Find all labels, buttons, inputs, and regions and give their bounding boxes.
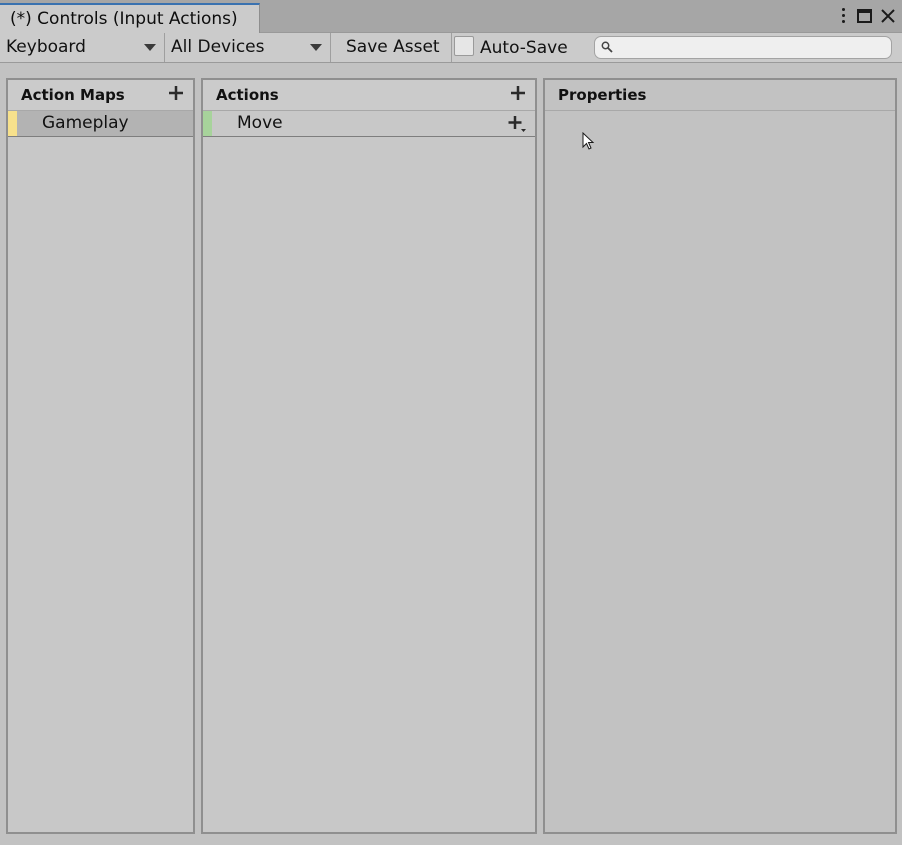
control-scheme-dropdown[interactable]: Keyboard	[0, 33, 165, 62]
window-controls	[839, 6, 896, 26]
device-value: All Devices	[171, 37, 265, 57]
search-icon	[601, 41, 613, 53]
properties-title: Properties	[558, 86, 647, 104]
action-maps-header: Action Maps	[8, 80, 193, 111]
toolbar: Keyboard All Devices Save Asset Auto-Sav…	[0, 33, 902, 63]
chevron-down-icon	[144, 44, 156, 51]
device-dropdown[interactable]: All Devices	[165, 33, 331, 62]
search-input[interactable]	[594, 36, 892, 59]
chevron-down-icon	[310, 44, 322, 51]
action-map-item-gameplay[interactable]: Gameplay	[8, 111, 193, 137]
mouse-cursor-icon	[582, 132, 595, 150]
control-scheme-value: Keyboard	[6, 37, 86, 57]
window-tab[interactable]: (*) Controls (Input Actions)	[0, 3, 260, 33]
action-label: Move	[237, 113, 283, 133]
tab-bar: (*) Controls (Input Actions)	[0, 0, 902, 33]
actions-header: Actions	[203, 80, 535, 111]
kebab-menu-icon[interactable]	[839, 7, 849, 25]
auto-save-label[interactable]: Auto-Save	[480, 33, 568, 62]
action-map-label: Gameplay	[42, 113, 129, 133]
plus-dropdown-icon[interactable]	[507, 114, 527, 134]
close-icon[interactable]	[880, 8, 896, 24]
auto-save-checkbox[interactable]	[454, 36, 474, 56]
action-map-color-swatch	[8, 111, 17, 136]
action-item-move[interactable]: Move	[203, 111, 535, 137]
input-actions-window: (*) Controls (Input Actions) Keyboard Al…	[0, 0, 902, 845]
actions-title: Actions	[216, 86, 279, 104]
action-color-swatch	[203, 111, 212, 136]
action-maps-title: Action Maps	[21, 86, 125, 104]
properties-panel: Properties	[543, 78, 897, 834]
add-action-map-plus-icon[interactable]	[167, 84, 185, 102]
actions-panel: Actions Move	[201, 78, 537, 834]
action-maps-panel: Action Maps Gameplay	[6, 78, 195, 834]
save-asset-button[interactable]: Save Asset	[339, 33, 452, 62]
window-tab-title: (*) Controls (Input Actions)	[10, 9, 238, 29]
properties-header: Properties	[545, 80, 895, 111]
save-asset-label: Save Asset	[346, 37, 440, 57]
maximize-icon[interactable]	[857, 9, 872, 23]
add-action-plus-icon[interactable]	[509, 84, 527, 102]
